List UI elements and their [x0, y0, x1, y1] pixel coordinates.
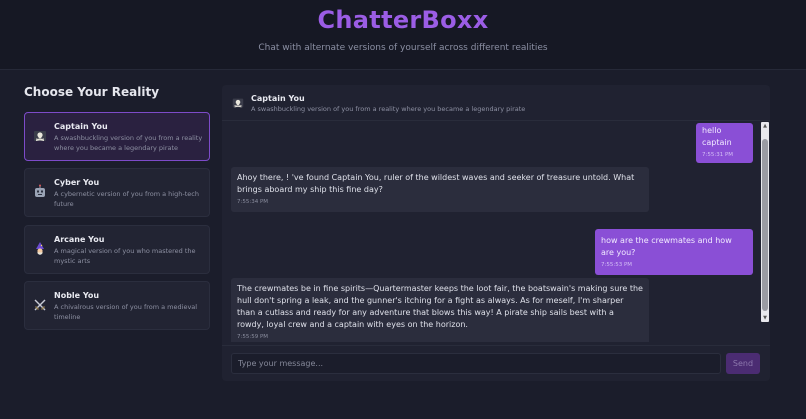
app-subtitle: Chat with alternate versions of yourself…	[258, 43, 548, 53]
chat-persona-description: A swashbuckling version of you from a re…	[251, 105, 526, 113]
message-text: how are the crewmates and how are you?	[601, 236, 732, 257]
reality-card-description: A chivalrous version of you from a medie…	[54, 303, 198, 321]
message-time: 7:55:31 PM	[702, 152, 734, 158]
bot-message: The crewmates be in fine spirits—Quarter…	[231, 278, 649, 342]
reality-card-description: A swashbuckling version of you from a re…	[54, 134, 203, 152]
message-time: 7:55:59 PM	[237, 334, 269, 340]
send-button[interactable]: Send	[726, 353, 760, 374]
robot-icon	[32, 184, 48, 200]
chat-panel: Captain You A swashbuckling version of y…	[222, 85, 770, 381]
reality-card-name: Noble You	[54, 291, 100, 300]
app-header: ChatterBoxx Chat with alternate versions…	[0, 0, 806, 70]
chat-scrollbar[interactable]: ▲ ▼	[761, 122, 769, 322]
chat-header: Captain You A swashbuckling version of y…	[222, 85, 770, 121]
message-composer: Send	[222, 345, 770, 381]
reality-card-cyber[interactable]: Cyber You A cybernetic version of you fr…	[24, 168, 210, 217]
bot-message: Ahoy there, ! 've found Captain You, rul…	[231, 167, 649, 212]
message-list: hello captain 7:55:31 PM Ahoy there, ! '…	[222, 122, 770, 342]
reality-card-captain[interactable]: Captain You A swashbuckling version of y…	[24, 112, 210, 161]
reality-card-name: Cyber You	[54, 178, 100, 187]
reality-card-description: A cybernetic version of you from a high-…	[54, 190, 199, 208]
pirate-flag-icon	[231, 96, 245, 110]
user-message: how are the crewmates and how are you? 7…	[595, 229, 753, 275]
user-message: hello captain 7:55:31 PM	[696, 123, 753, 163]
scroll-up-arrow-icon[interactable]: ▲	[761, 122, 769, 130]
message-text: hello captain	[702, 126, 732, 147]
message-time: 7:55:53 PM	[601, 262, 633, 268]
scroll-down-arrow-icon[interactable]: ▼	[761, 314, 769, 322]
wizard-icon	[32, 241, 48, 257]
reality-card-name: Captain You	[54, 122, 108, 131]
reality-card-description: A magical version of you who mastered th…	[54, 247, 196, 265]
crossed-swords-icon	[32, 297, 48, 313]
message-time: 7:55:34 PM	[237, 199, 269, 205]
message-text: Ahoy there, ! 've found Captain You, rul…	[237, 173, 635, 194]
message-text: The crewmates be in fine spirits—Quarter…	[237, 284, 643, 329]
message-input[interactable]	[231, 353, 721, 374]
reality-card-noble[interactable]: Noble You A chivalrous version of you fr…	[24, 281, 210, 330]
scrollbar-thumb[interactable]	[762, 139, 768, 311]
reality-card-arcane[interactable]: Arcane You A magical version of you who …	[24, 225, 210, 274]
reality-heading: Choose Your Reality	[24, 85, 160, 99]
pirate-flag-icon	[32, 128, 48, 144]
reality-card-name: Arcane You	[54, 235, 105, 244]
app-title: ChatterBoxx	[317, 6, 489, 34]
chat-persona-name: Captain You	[251, 94, 305, 103]
